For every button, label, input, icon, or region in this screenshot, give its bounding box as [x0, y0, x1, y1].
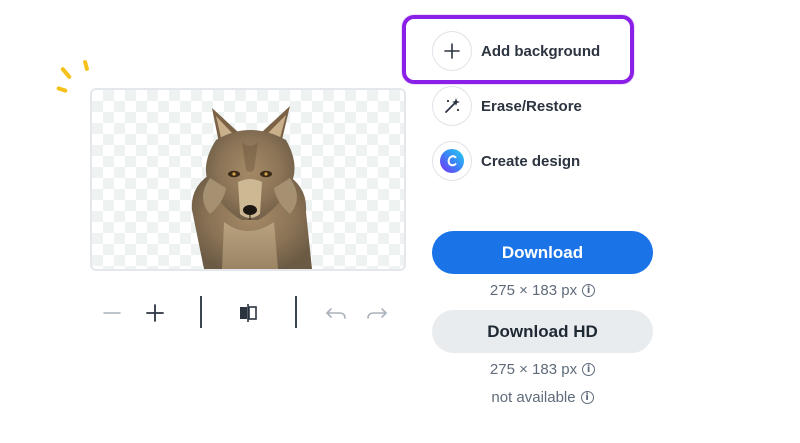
- erase-restore-label: Erase/Restore: [481, 97, 582, 115]
- minus-icon: [103, 312, 121, 314]
- download-hd-status-text: not available: [491, 389, 576, 406]
- image-preview: [90, 88, 406, 271]
- redo-icon: [367, 308, 387, 319]
- erase-restore-icon-circle: [432, 86, 472, 126]
- download-hd-size-text: 275 × 183 px: [489, 361, 578, 378]
- sparkle-dash: [82, 59, 90, 72]
- magic-wand-icon: [445, 98, 460, 113]
- create-design-option[interactable]: Create design: [432, 139, 580, 183]
- canva-logo-icon: [440, 149, 464, 173]
- zoom-out-button[interactable]: [96, 297, 128, 329]
- create-design-icon-circle: [432, 141, 472, 181]
- create-design-label: Create design: [481, 152, 581, 170]
- download-hd-status: not available i: [432, 389, 653, 406]
- undo-icon: [326, 308, 346, 319]
- compare-icon: [240, 304, 257, 322]
- info-icon[interactable]: i: [580, 391, 594, 404]
- undo-button[interactable]: [320, 297, 352, 329]
- info-icon[interactable]: i: [582, 284, 596, 297]
- compare-button[interactable]: [232, 297, 264, 329]
- info-icon[interactable]: i: [582, 363, 596, 376]
- download-size-info: 275 × 183 px i: [432, 282, 653, 299]
- toolbar-divider: [295, 296, 297, 328]
- highlight-frame: [402, 15, 634, 84]
- coyote-image: [191, 106, 312, 269]
- sparkle-dash: [59, 66, 73, 80]
- redo-button[interactable]: [361, 297, 393, 329]
- erase-restore-option[interactable]: Erase/Restore: [432, 84, 582, 128]
- download-button[interactable]: Download: [432, 231, 653, 274]
- zoom-in-button[interactable]: [139, 297, 171, 329]
- download-hd-button[interactable]: Download HD: [432, 310, 653, 353]
- sparkle-dash: [56, 85, 68, 94]
- download-size-text: 275 × 183 px: [489, 282, 578, 299]
- toolbar-divider: [200, 296, 202, 328]
- plus-icon: [146, 304, 164, 322]
- download-hd-size-info: 275 × 183 px i: [432, 361, 653, 378]
